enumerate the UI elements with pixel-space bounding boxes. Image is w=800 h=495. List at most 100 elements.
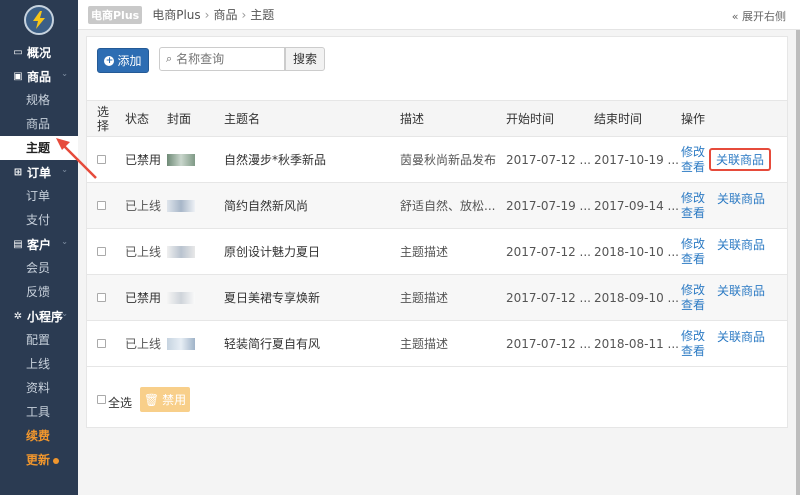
column-header-start: 开始时间 <box>506 100 594 137</box>
end-cell: 2018-08-11 ... <box>594 320 681 367</box>
end-cell: 2017-10-19 ... <box>594 136 681 183</box>
table-row: 已禁用 自然漫步*秋季新品 茵曼秋尚新品发布 2017-07-12 ... 20… <box>87 136 787 183</box>
sidebar-item-members[interactable]: 会员 <box>0 256 78 280</box>
chevron-down-icon: ⌄ <box>61 309 68 318</box>
gears-icon: ✲ <box>13 310 23 322</box>
edit-link[interactable]: 修改 <box>681 237 705 252</box>
sidebar-item-orders[interactable]: 订单 <box>0 184 78 208</box>
edit-link[interactable]: 修改 <box>681 283 705 298</box>
table-row: 已上线 轻装简行夏自有风 主题描述 2017-07-12 ... 2018-08… <box>87 320 787 367</box>
chevron-down-icon: ⌄ <box>61 165 68 174</box>
edit-link[interactable]: 修改 <box>681 191 705 206</box>
breadcrumb-item[interactable]: 商品 <box>213 8 237 22</box>
name-cell: 轻装简行夏自有风 <box>224 320 400 367</box>
column-header-end: 结束时间 <box>594 100 681 137</box>
nav-group-label: 商品 <box>27 69 52 84</box>
table-row: 已禁用 夏日美裙专享焕新 主题描述 2017-07-12 ... 2018-09… <box>87 274 787 321</box>
related-goods-link[interactable]: 关联商品 <box>717 236 765 253</box>
row-select-cell <box>87 136 125 183</box>
logo-area <box>0 0 78 40</box>
view-link[interactable]: 查看 <box>681 160 705 175</box>
desc-cell: 舒适自然、放松... <box>400 182 506 229</box>
edit-link[interactable]: 修改 <box>681 329 705 344</box>
content-panel: + 添加 ⌕ 搜索 选择 状态 封面 主题名 描述 开始时间 结束时间 操作 <box>86 36 788 428</box>
sidebar-item-theme[interactable]: 主题 <box>0 136 78 160</box>
nav-group-label: 小程序 <box>27 309 64 324</box>
lightning-logo-icon[interactable] <box>24 5 54 35</box>
ops-stack: 修改 查看 <box>681 191 705 221</box>
ops-stack: 修改 查看 <box>681 237 705 267</box>
ops-stack: 修改 查看 <box>681 329 705 359</box>
sidebar-item-payment[interactable]: 支付 <box>0 208 78 232</box>
nav-group-customers[interactable]: ▤ 客户 ⌄ <box>0 232 78 256</box>
column-header-cover: 封面 <box>167 100 224 137</box>
nav-group-miniprogram[interactable]: ✲ 小程序 ⌄ <box>0 304 78 328</box>
ops-stack: 修改 查看 <box>681 145 705 175</box>
row-checkbox[interactable] <box>97 246 106 256</box>
breadcrumb: 电商Plus › 商品 › 主题 <box>152 6 274 23</box>
view-link[interactable]: 查看 <box>681 252 705 267</box>
sidebar: ▭ 概况 ▣ 商品 ⌄ 规格 商品 主题 ⊞ 订单 ⌄ 订单 支付 ▤ 客户 ⌄… <box>0 0 78 495</box>
related-goods-link[interactable]: 关联商品 <box>717 282 765 299</box>
table-row: 已上线 原创设计魅力夏日 主题描述 2017-07-12 ... 2018-10… <box>87 228 787 275</box>
sidebar-item-feedback[interactable]: 反馈 <box>0 280 78 304</box>
view-link[interactable]: 查看 <box>681 344 705 359</box>
nav-group-goods[interactable]: ▣ 商品 ⌄ <box>0 64 78 88</box>
sidebar-item-update[interactable]: 更新 <box>0 448 78 472</box>
select-all-checkbox[interactable] <box>97 395 106 404</box>
name-cell: 自然漫步*秋季新品 <box>224 136 400 183</box>
chevron-down-icon: ⌄ <box>61 237 68 246</box>
select-all-label[interactable]: 全选 <box>108 394 132 411</box>
sidebar-item-config[interactable]: 配置 <box>0 328 78 352</box>
view-link[interactable]: 查看 <box>681 298 705 313</box>
row-checkbox[interactable] <box>97 292 106 302</box>
start-cell: 2017-07-12 ... <box>506 274 594 321</box>
breadcrumb-item[interactable]: 电商Plus <box>152 8 200 22</box>
actions-cell: 修改 查看 关联商品 <box>681 320 787 367</box>
sidebar-item-publish[interactable]: 上线 <box>0 352 78 376</box>
nav-group-label: 订单 <box>27 165 52 180</box>
disable-button-label: 禁用 <box>162 393 187 407</box>
row-select-cell <box>87 274 125 321</box>
end-cell: 2017-09-14 ... <box>594 182 681 229</box>
sidebar-item-profile[interactable]: 资料 <box>0 376 78 400</box>
start-cell: 2017-07-12 ... <box>506 320 594 367</box>
nav-group-label: 概况 <box>27 45 52 60</box>
desc-cell: 主题描述 <box>400 228 506 275</box>
search-button[interactable]: 搜索 <box>285 47 325 71</box>
edit-link[interactable]: 修改 <box>681 145 705 160</box>
end-cell: 2018-09-10 ... <box>594 274 681 321</box>
expand-right-button[interactable]: « 展开右侧 <box>732 8 786 24</box>
disable-button[interactable]: 🗑 禁用 <box>140 387 191 412</box>
status-cell: 已上线 <box>125 228 167 275</box>
id-card-icon: ▤ <box>13 238 23 250</box>
nav-group-overview[interactable]: ▭ 概况 <box>0 40 78 64</box>
related-goods-link[interactable]: 关联商品 <box>717 190 765 207</box>
cover-cell <box>167 320 224 367</box>
desc-cell: 茵曼秋尚新品发布 <box>400 136 506 183</box>
sidebar-item-renew[interactable]: 续费 <box>0 424 78 448</box>
related-goods-link[interactable]: 关联商品 <box>717 328 765 345</box>
row-checkbox[interactable] <box>97 200 106 210</box>
status-cell: 已禁用 <box>125 136 167 183</box>
bag-icon: ▣ <box>13 70 23 82</box>
ops-stack: 修改 查看 <box>681 283 705 313</box>
row-checkbox[interactable] <box>97 338 106 348</box>
add-button[interactable]: + 添加 <box>97 48 149 73</box>
brand-badge: 电商Plus <box>88 5 143 24</box>
table-footer: 全选 🗑 禁用 <box>97 387 191 412</box>
end-cell: 2018-10-10 ... <box>594 228 681 275</box>
cover-thumbnail <box>167 154 195 166</box>
related-goods-link[interactable]: 关联商品 <box>709 148 772 171</box>
sidebar-item-goods[interactable]: 商品 <box>0 112 78 136</box>
breadcrumb-item: 主题 <box>250 8 275 22</box>
sidebar-item-spec[interactable]: 规格 <box>0 88 78 112</box>
view-link[interactable]: 查看 <box>681 206 705 221</box>
row-checkbox[interactable] <box>97 154 106 164</box>
start-cell: 2017-07-19 ... <box>506 182 594 229</box>
right-panel-edge <box>796 30 800 495</box>
search-box: ⌕ <box>159 47 285 71</box>
sidebar-item-tools[interactable]: 工具 <box>0 400 78 424</box>
search-input[interactable] <box>176 52 277 66</box>
nav-group-orders[interactable]: ⊞ 订单 ⌄ <box>0 160 78 184</box>
